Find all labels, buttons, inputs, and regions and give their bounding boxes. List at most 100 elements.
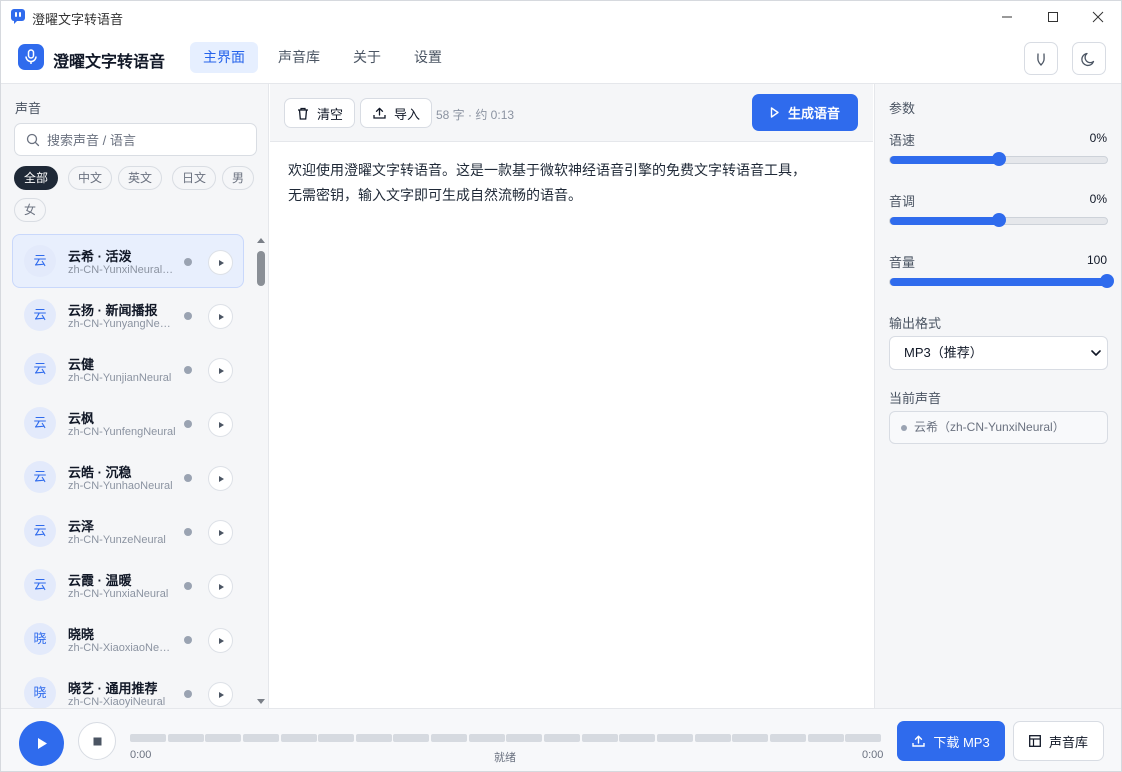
upload-icon bbox=[912, 735, 926, 747]
maximize-button[interactable] bbox=[1030, 1, 1076, 32]
brand-logo bbox=[18, 44, 44, 70]
pitch-slider[interactable] bbox=[889, 213, 1108, 227]
params-title: 参数 bbox=[889, 101, 916, 116]
theme-toggle-button[interactable] bbox=[1072, 42, 1106, 75]
preview-button[interactable] bbox=[208, 250, 233, 275]
tab-settings[interactable]: 设置 bbox=[401, 42, 455, 73]
sidebar-title: 声音 bbox=[15, 101, 42, 116]
list-item[interactable]: 云 云希 · 活泼 zh-CN-YunxiNeural (Male) bbox=[12, 234, 244, 288]
volume-slider[interactable] bbox=[889, 274, 1114, 288]
tab-about[interactable]: 关于 bbox=[340, 42, 394, 73]
status-dot bbox=[184, 528, 192, 536]
player-bar: 0:00 就绪 0:00 下载 MP3 声音库 bbox=[1, 708, 1121, 771]
voice-library-button[interactable]: 声音库 bbox=[1013, 721, 1104, 761]
play-button[interactable] bbox=[19, 721, 64, 766]
waveform-segment bbox=[807, 734, 844, 742]
filter-female[interactable]: 女 bbox=[14, 198, 47, 222]
waveform-segment bbox=[544, 734, 581, 742]
title-bar: 澄曜文字转语音 bbox=[1, 1, 1121, 32]
status-dot bbox=[184, 312, 192, 320]
clear-button[interactable]: 清空 bbox=[284, 98, 356, 128]
scroll-thumb[interactable] bbox=[257, 251, 265, 286]
voice-list-scrollbar[interactable] bbox=[255, 236, 267, 706]
current-voice-value: 云希（zh-CN-YunxiNeural） bbox=[914, 420, 1065, 434]
play-icon bbox=[218, 313, 224, 320]
volume-slider-handle[interactable] bbox=[1100, 274, 1114, 288]
minimize-button[interactable] bbox=[984, 1, 1030, 32]
filter-english[interactable]: 英文 bbox=[118, 166, 163, 190]
app-header: 澄曜文字转语音 主界面 声音库 关于 设置 bbox=[1, 32, 1121, 84]
list-item[interactable]: 云 云枫 zh-CN-YunfengNeural bbox=[12, 396, 244, 450]
avatar: 晓 bbox=[24, 677, 56, 708]
current-voice-label: 当前声音 bbox=[889, 391, 942, 406]
moon-icon bbox=[1081, 52, 1095, 66]
filter-male[interactable]: 男 bbox=[222, 166, 255, 190]
pitch-label: 音调 bbox=[889, 194, 916, 209]
voice-name: 云霞 · 温暖 bbox=[68, 573, 132, 588]
close-icon bbox=[1092, 11, 1104, 22]
preview-button[interactable] bbox=[208, 628, 233, 653]
play-icon bbox=[218, 637, 224, 644]
preview-button[interactable] bbox=[208, 358, 233, 383]
filter-chinese[interactable]: 中文 bbox=[68, 166, 113, 190]
clear-label: 清空 bbox=[317, 106, 344, 122]
text-input-area[interactable]: 欢迎使用澄曜文字转语音。这是一款基于微软神经语音引擎的免费文字转语音工具， 无需… bbox=[288, 158, 858, 208]
preview-button[interactable] bbox=[208, 520, 233, 545]
list-item[interactable]: 云 云泽 zh-CN-YunzeNeural bbox=[12, 504, 244, 558]
upload-icon bbox=[373, 107, 386, 119]
list-item[interactable]: 云 云霞 · 温暖 zh-CN-YunxiaNeural bbox=[12, 558, 244, 612]
search-input[interactable] bbox=[47, 130, 247, 150]
filter-all[interactable]: 全部 bbox=[14, 166, 59, 190]
waveform-segment bbox=[130, 734, 166, 742]
waveform-segment bbox=[167, 734, 204, 742]
tab-voice-library[interactable]: 声音库 bbox=[265, 42, 333, 73]
waveform-segment bbox=[280, 734, 317, 742]
generate-button[interactable]: 生成语音 bbox=[752, 94, 858, 131]
preview-button[interactable] bbox=[208, 682, 233, 707]
list-item[interactable]: 晓 晓艺 · 通用推荐 zh-CN-XiaoyiNeural bbox=[12, 666, 244, 708]
waveform-segment bbox=[318, 734, 355, 742]
voice-id: zh-CN-XiaoxiaoNeural bbox=[68, 642, 176, 654]
waveform-progress[interactable] bbox=[130, 734, 883, 742]
filter-japanese[interactable]: 日文 bbox=[172, 166, 217, 190]
status-dot bbox=[184, 366, 192, 374]
list-item[interactable]: 晓 晓晓 zh-CN-XiaoxiaoNeural bbox=[12, 612, 244, 666]
list-item[interactable]: 云 云健 zh-CN-YunjianNeural bbox=[12, 342, 244, 396]
waveform-segment bbox=[431, 734, 468, 742]
rate-slider-handle[interactable] bbox=[991, 152, 1006, 166]
preview-button[interactable] bbox=[208, 466, 233, 491]
play-icon bbox=[218, 259, 224, 266]
preview-button[interactable] bbox=[208, 574, 233, 599]
waveform-segment bbox=[769, 734, 806, 742]
voice-name: 云皓 · 沉稳 bbox=[68, 465, 132, 480]
play-icon bbox=[218, 529, 224, 536]
time-elapsed: 0:00 bbox=[130, 749, 152, 761]
microphone-icon bbox=[25, 49, 37, 64]
rate-slider[interactable] bbox=[889, 152, 1108, 166]
status-dot bbox=[184, 474, 192, 482]
format-select[interactable]: MP3（推荐） bbox=[889, 336, 1108, 370]
play-icon bbox=[218, 367, 224, 374]
list-item[interactable]: 云 云皓 · 沉稳 zh-CN-YunhaoNeural bbox=[12, 450, 244, 504]
voice-id: zh-CN-YunjianNeural bbox=[68, 372, 172, 384]
palette-button[interactable] bbox=[1024, 42, 1058, 75]
voice-name: 云希 · 活泼 bbox=[68, 249, 132, 264]
voice-name: 云扬 · 新闻播报 bbox=[68, 303, 158, 318]
import-button[interactable]: 导入 bbox=[360, 98, 433, 128]
preview-button[interactable] bbox=[208, 304, 233, 329]
voice-id: zh-CN-YunhaoNeural bbox=[68, 480, 173, 492]
scroll-up-icon[interactable] bbox=[257, 238, 265, 243]
pitch-value: 0% bbox=[1089, 192, 1107, 206]
tab-main[interactable]: 主界面 bbox=[190, 42, 258, 73]
format-label: 输出格式 bbox=[889, 316, 942, 331]
player-status: 就绪 bbox=[494, 752, 516, 764]
scroll-down-icon[interactable] bbox=[257, 699, 265, 704]
pitch-slider-handle[interactable] bbox=[991, 213, 1006, 227]
close-button[interactable] bbox=[1075, 1, 1121, 32]
stop-button[interactable] bbox=[78, 722, 116, 760]
search-icon bbox=[26, 133, 40, 147]
download-mp3-button[interactable]: 下载 MP3 bbox=[897, 721, 1005, 761]
list-item[interactable]: 云 云扬 · 新闻播报 zh-CN-YunyangNeural bbox=[12, 288, 244, 342]
preview-button[interactable] bbox=[208, 412, 233, 437]
voice-id: zh-CN-YunyangNeural bbox=[68, 318, 176, 330]
